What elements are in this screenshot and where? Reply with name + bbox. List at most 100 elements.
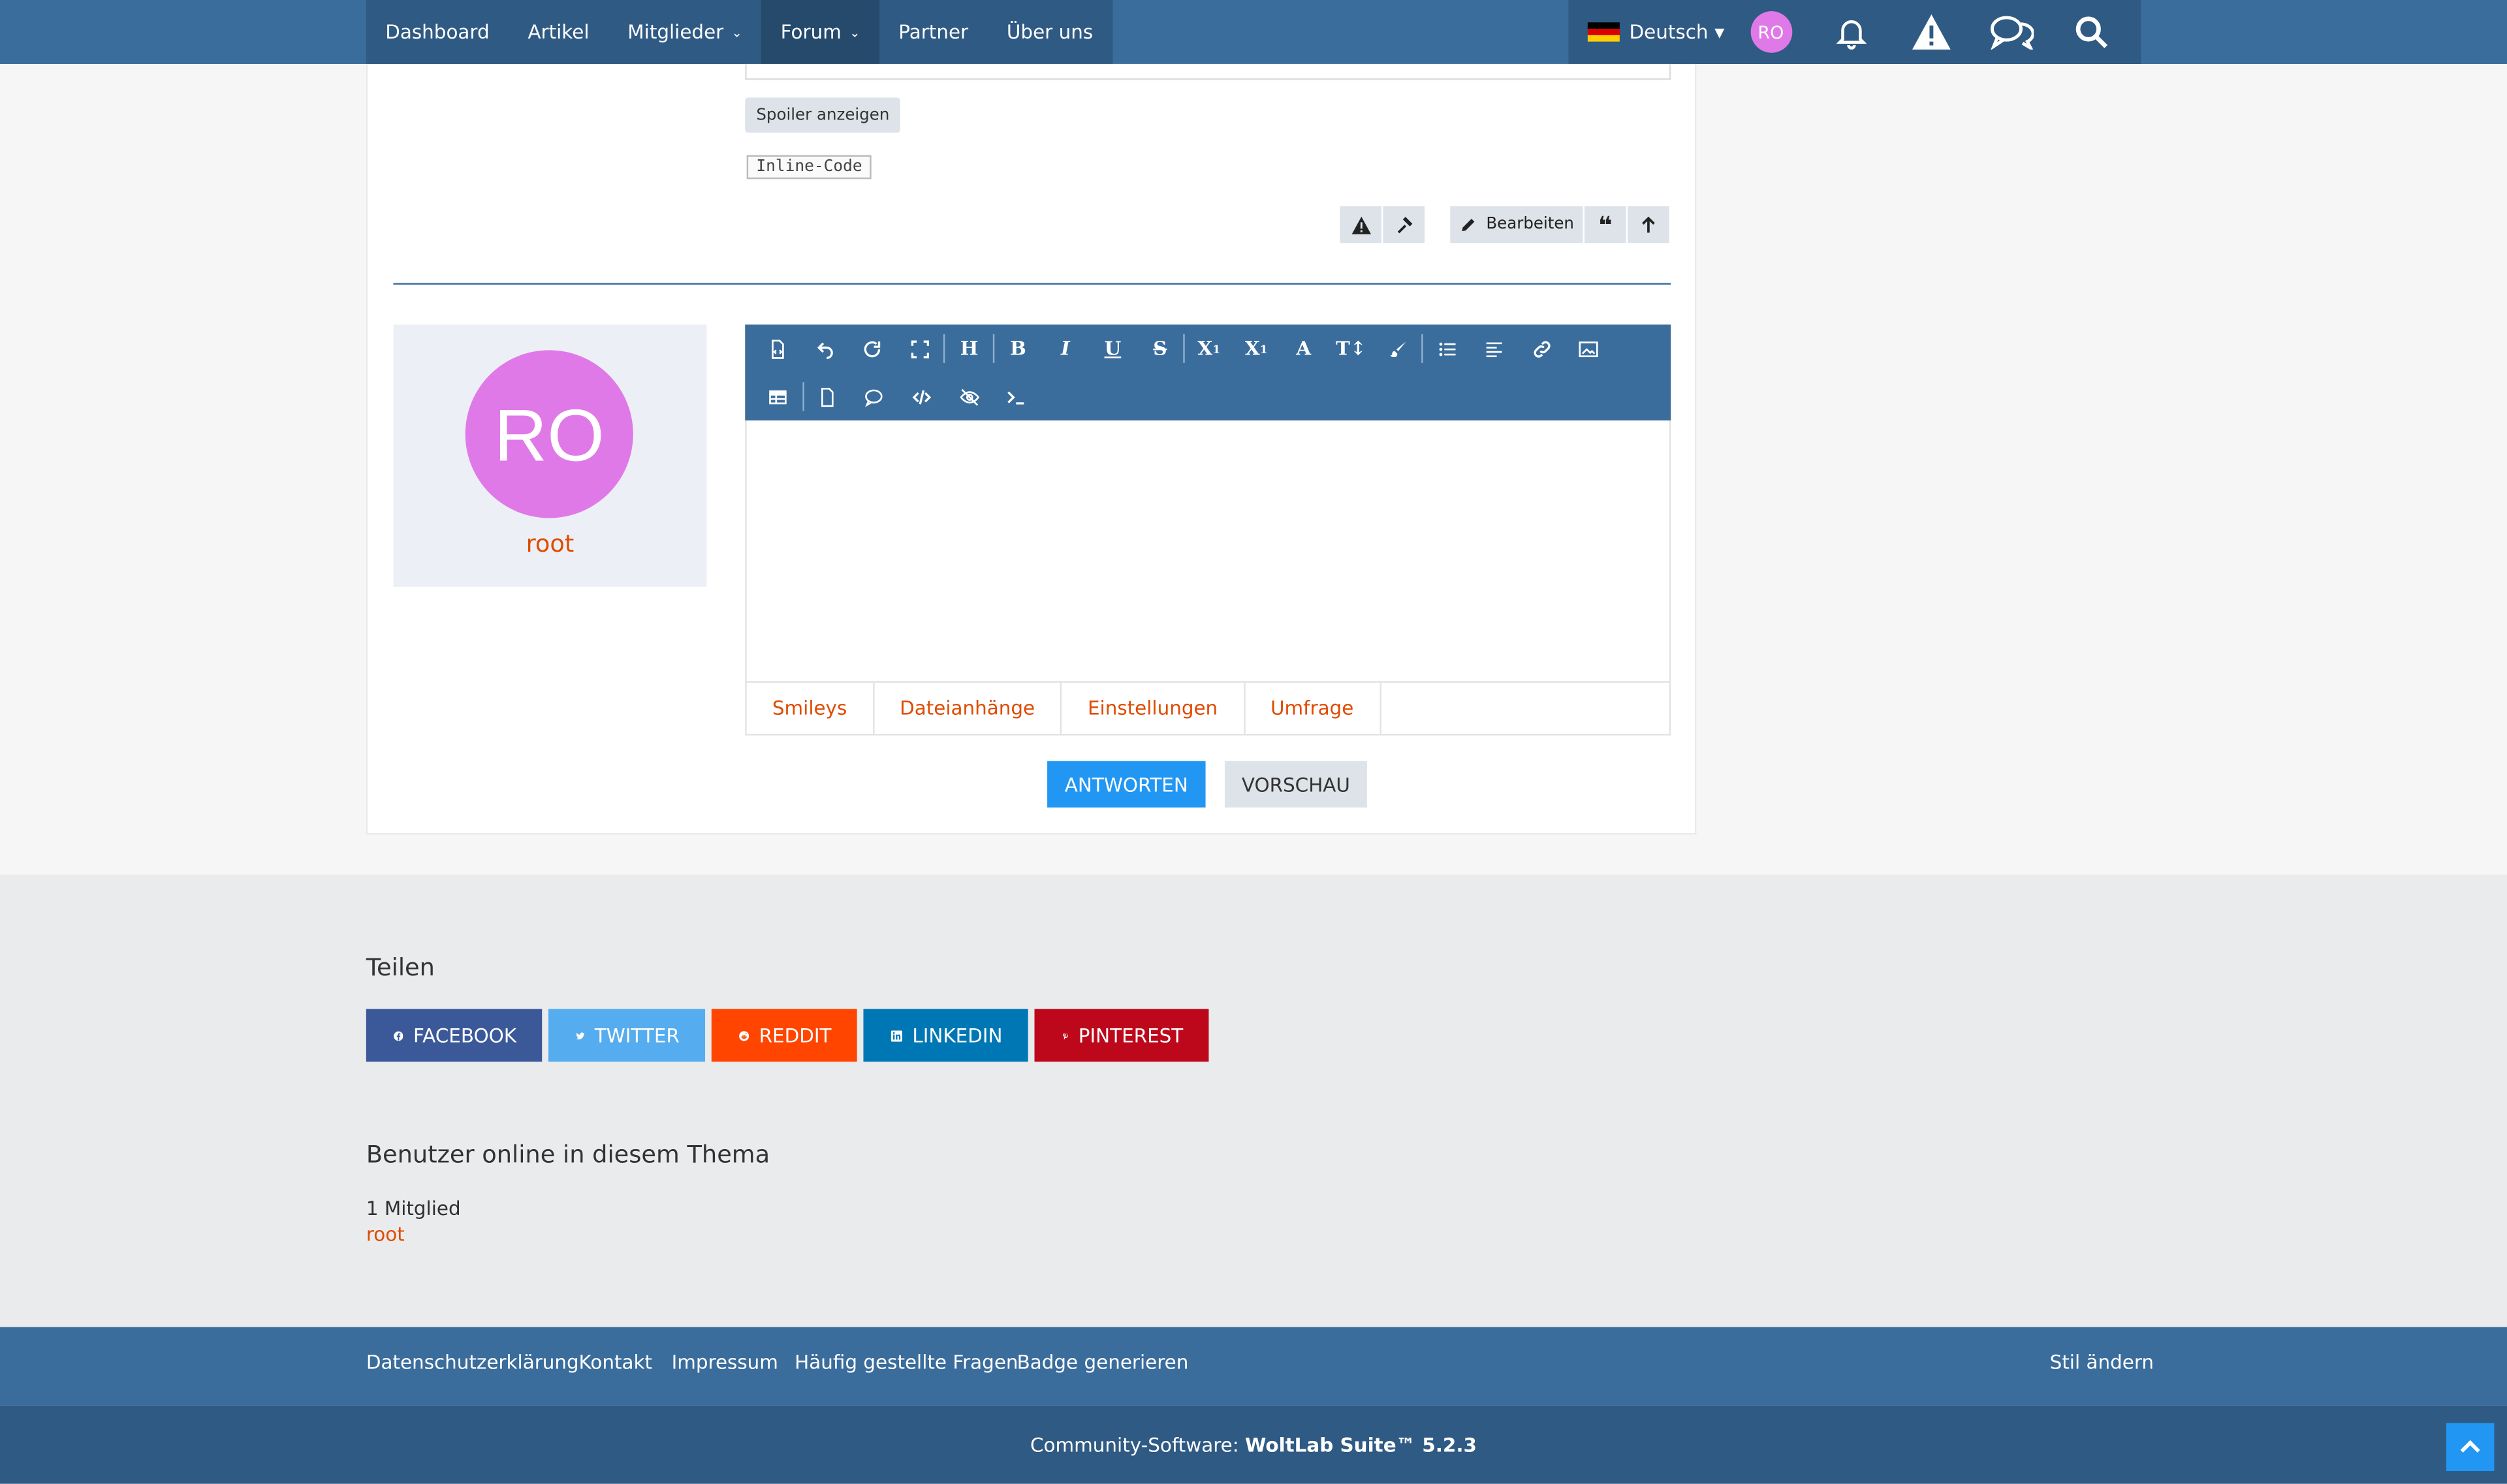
- bold-icon[interactable]: B: [994, 324, 1041, 372]
- nav-item-label: Partner: [898, 20, 969, 44]
- tab-poll[interactable]: Umfrage: [1245, 682, 1381, 734]
- nav-item-dashboard[interactable]: Dashboard: [366, 0, 509, 64]
- align-left-icon[interactable]: [1471, 324, 1518, 372]
- bottom-boxes: [0, 874, 2507, 1327]
- image-icon[interactable]: [1566, 324, 1613, 372]
- nav-item-mitglieder[interactable]: Mitglieder ⌄: [608, 0, 761, 64]
- inline-code-icon[interactable]: [993, 373, 1040, 420]
- nav-item-label: Mitglieder: [627, 20, 724, 44]
- font-family-icon[interactable]: A: [1280, 324, 1327, 372]
- edit-button[interactable]: Bearbeiten: [1450, 206, 1583, 244]
- edit-button-label: Bearbeiten: [1486, 215, 1574, 234]
- nav-item-artikel[interactable]: Artikel: [509, 0, 608, 64]
- inline-code: Inline-Code: [746, 155, 872, 180]
- share-twitter-button[interactable]: TWITTER: [548, 1009, 706, 1062]
- redo-icon[interactable]: [849, 324, 896, 372]
- online-user-link[interactable]: root: [366, 1223, 405, 1245]
- copyright-bar: Community-Software: WoltLab Suite™ 5.2.3: [0, 1405, 2507, 1484]
- bell-icon[interactable]: [1811, 0, 1891, 64]
- change-style-link[interactable]: Stil ändern: [2050, 1351, 2154, 1373]
- show-spoiler-button[interactable]: Spoiler anzeigen: [745, 97, 901, 133]
- undo-icon[interactable]: [802, 324, 849, 372]
- username-link[interactable]: root: [393, 529, 706, 558]
- user-avatar-large[interactable]: RO: [465, 350, 633, 518]
- copyright-product-link[interactable]: WoltLab Suite™ 5.2.3: [1245, 1434, 1477, 1456]
- chevron-up-icon: [2460, 1440, 2480, 1453]
- search-icon[interactable]: [2051, 0, 2130, 64]
- nav-item-label: Dashboard: [385, 20, 490, 44]
- bullet-list-icon[interactable]: [1423, 324, 1470, 372]
- italic-icon[interactable]: I: [1042, 324, 1089, 372]
- editor-textarea[interactable]: [745, 420, 1671, 683]
- heading-icon[interactable]: H: [945, 324, 992, 372]
- subscript-icon[interactable]: X1: [1186, 324, 1233, 372]
- share-facebook-button[interactable]: FACEBOOK: [366, 1009, 543, 1062]
- message-body-end: [745, 63, 1671, 80]
- underline-icon[interactable]: U: [1089, 324, 1136, 372]
- spoiler-icon[interactable]: [945, 373, 992, 420]
- share-reddit-button[interactable]: REDDIT: [711, 1009, 857, 1062]
- chevron-down-icon: ⌄: [849, 24, 860, 40]
- tab-attachments[interactable]: Dateianhänge: [874, 682, 1062, 734]
- share-label: LINKEDIN: [912, 1024, 1003, 1047]
- reply-submit-button[interactable]: ANTWORTEN: [1047, 761, 1206, 808]
- color-brush-icon[interactable]: [1374, 324, 1421, 372]
- moderation-button[interactable]: [1383, 206, 1425, 244]
- quote-icon: ❝: [1598, 210, 1613, 240]
- share-label: PINTEREST: [1078, 1024, 1184, 1047]
- footer-link-privacy[interactable]: Datenschutzerklärung: [366, 1351, 579, 1373]
- language-label: Deutsch: [1629, 20, 1709, 44]
- reddit-icon: [739, 1030, 749, 1041]
- superscript-icon[interactable]: X1: [1233, 324, 1280, 372]
- footer-link-faq[interactable]: Häufig gestellte Fragen: [795, 1351, 1018, 1373]
- share-pinterest-button[interactable]: PINTEREST: [1034, 1009, 1209, 1062]
- facebook-icon: [394, 1030, 403, 1040]
- page-icon[interactable]: [804, 373, 851, 420]
- nav-item-forum[interactable]: Forum ⌄: [761, 0, 879, 64]
- twitter-icon: [576, 1032, 585, 1039]
- tab-settings[interactable]: Einstellungen: [1062, 682, 1245, 734]
- user-avatar[interactable]: RO: [1750, 11, 1792, 53]
- preview-button[interactable]: VORSCHAU: [1224, 761, 1367, 808]
- scroll-up-button[interactable]: [1628, 206, 1669, 244]
- table-icon[interactable]: [755, 373, 802, 420]
- share-label: TWITTER: [594, 1024, 680, 1047]
- nav-item-label: Forum: [780, 20, 842, 44]
- copyright-prefix: Community-Software:: [1030, 1433, 1246, 1456]
- share-title: Teilen: [366, 953, 435, 982]
- pinterest-icon: [1062, 1032, 1068, 1039]
- report-button[interactable]: [1340, 206, 1381, 244]
- quote-icon[interactable]: [851, 373, 898, 420]
- warning-icon: [1351, 215, 1370, 234]
- warning-icon[interactable]: [1891, 0, 1970, 64]
- language-selector[interactable]: Deutsch ▼: [1568, 0, 1743, 64]
- footer-link-imprint[interactable]: Impressum: [672, 1351, 778, 1373]
- font-size-icon[interactable]: T↕: [1327, 324, 1374, 372]
- quote-button[interactable]: ❝: [1584, 206, 1626, 244]
- strikethrough-icon[interactable]: S: [1137, 324, 1184, 372]
- footer-link-contact[interactable]: Kontakt: [579, 1351, 653, 1373]
- caret-down-icon: ▼: [1714, 24, 1725, 40]
- share-linkedin-button[interactable]: LINKEDIN: [863, 1009, 1028, 1062]
- source-code-icon[interactable]: [755, 324, 802, 372]
- back-to-top-button[interactable]: [2446, 1423, 2495, 1472]
- editor-tab-menu: Smileys Dateianhänge Einstellungen Umfra…: [745, 681, 1671, 736]
- online-member-count: 1 Mitglied: [366, 1197, 461, 1220]
- toolbar-row-2: [755, 373, 1040, 420]
- conversations-icon[interactable]: [1971, 0, 2051, 64]
- main-menu: Dashboard Artikel Mitglieder ⌄ Forum ⌄ Par…: [366, 0, 1112, 64]
- toolbar-row-1: H B I U S X 1 X 1 A T↕: [755, 324, 1613, 372]
- german-flag-icon: [1587, 22, 1620, 42]
- share-label: FACEBOOK: [413, 1024, 517, 1047]
- nav-item-label: Über uns: [1006, 20, 1094, 44]
- link-icon[interactable]: [1518, 324, 1565, 372]
- nav-item-label: Artikel: [528, 20, 590, 44]
- tab-smileys[interactable]: Smileys: [747, 682, 874, 734]
- nav-item-ueber-uns[interactable]: Über uns: [988, 0, 1112, 64]
- code-icon[interactable]: [898, 373, 945, 420]
- footer-link-badge[interactable]: Badge generieren: [1017, 1351, 1189, 1373]
- user-panel: Deutsch ▼ RO: [1568, 0, 2141, 64]
- fullscreen-icon[interactable]: [896, 324, 943, 372]
- pencil-icon: [1461, 219, 1474, 232]
- nav-item-partner[interactable]: Partner: [879, 0, 988, 64]
